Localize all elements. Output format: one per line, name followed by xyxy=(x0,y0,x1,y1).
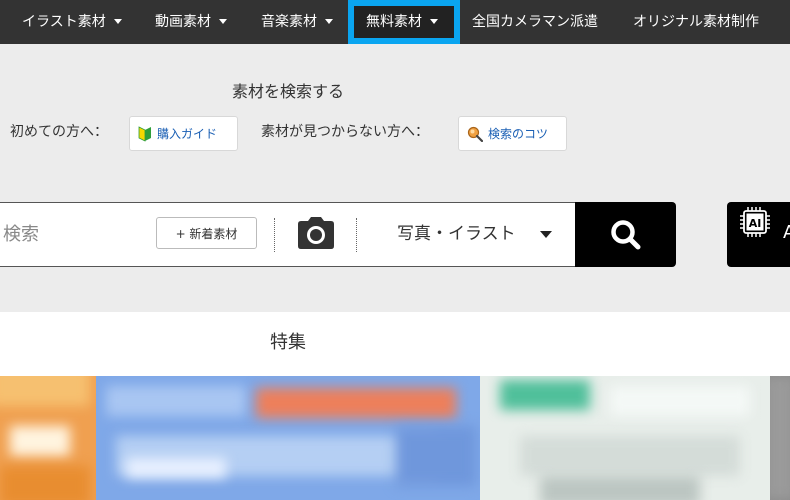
search-tips-button[interactable]: 検索のコツ xyxy=(458,116,567,151)
nav-item-label: イラスト素材 xyxy=(22,14,106,30)
search-button[interactable] xyxy=(575,202,676,267)
caret-down-icon xyxy=(113,18,122,24)
feature-banner[interactable] xyxy=(96,376,480,500)
features-title: 特集 xyxy=(270,332,306,353)
feature-banner[interactable] xyxy=(480,376,770,500)
caret-down-icon xyxy=(325,18,333,24)
camera-icon[interactable] xyxy=(297,216,335,250)
separator xyxy=(356,218,357,252)
category-select[interactable]: 写真・イラスト xyxy=(397,203,516,266)
search-input[interactable] xyxy=(3,203,143,266)
caret-down-icon xyxy=(430,18,438,24)
new-materials-button[interactable]: + 新着素材 xyxy=(156,217,257,249)
first-time-label: 初めての方へ： xyxy=(10,124,108,140)
nav-item-illustration[interactable]: イラスト素材 xyxy=(22,0,122,44)
nav-item-video[interactable]: 動画素材 xyxy=(155,0,227,44)
purchase-guide-label: 購入ガイド xyxy=(157,127,218,141)
feature-banner[interactable] xyxy=(770,376,790,500)
top-nav: イラスト素材 動画素材 音楽素材 無料素材 全国カメラマン派遣 オリジナル素材制… xyxy=(0,0,790,44)
purchase-guide-button[interactable]: 購入ガイド xyxy=(129,116,238,151)
nav-item-label: 全国カメラマン派遣 xyxy=(472,14,598,30)
search-bar: + 新着素材 写真・イラスト xyxy=(0,202,576,267)
nav-item-label: 無料素材 xyxy=(366,14,422,30)
search-tips-label: 検索のコツ xyxy=(488,127,549,141)
nav-item-label: 音楽素材 xyxy=(261,14,317,30)
caret-down-icon xyxy=(219,18,227,24)
nav-item-music[interactable]: 音楽素材 xyxy=(261,0,333,44)
ai-button-label: A xyxy=(783,222,790,243)
magnifier-icon xyxy=(467,126,483,142)
ai-chip-label: AI xyxy=(749,217,762,230)
search-icon xyxy=(610,219,640,249)
features-header: 特集 xyxy=(0,312,790,376)
ai-chip-icon: AI xyxy=(740,207,770,237)
nav-item-label: 動画素材 xyxy=(155,14,211,30)
separator xyxy=(274,218,275,252)
nav-item-photographer[interactable]: 全国カメラマン派遣 xyxy=(472,0,598,44)
nav-item-label: オリジナル素材制作 xyxy=(633,14,759,30)
ai-search-button[interactable]: AI A xyxy=(727,202,790,267)
nav-item-original[interactable]: オリジナル素材制作 xyxy=(633,0,759,44)
feature-carousel xyxy=(0,376,790,500)
search-title: 素材を検索する xyxy=(231,82,344,101)
nav-item-free[interactable]: 無料素材 xyxy=(366,0,438,44)
beginner-mark-icon xyxy=(138,125,151,142)
feature-banner[interactable] xyxy=(0,376,96,500)
chevron-down-icon xyxy=(540,231,552,238)
not-found-label: 素材が見つからない方へ： xyxy=(261,124,429,140)
